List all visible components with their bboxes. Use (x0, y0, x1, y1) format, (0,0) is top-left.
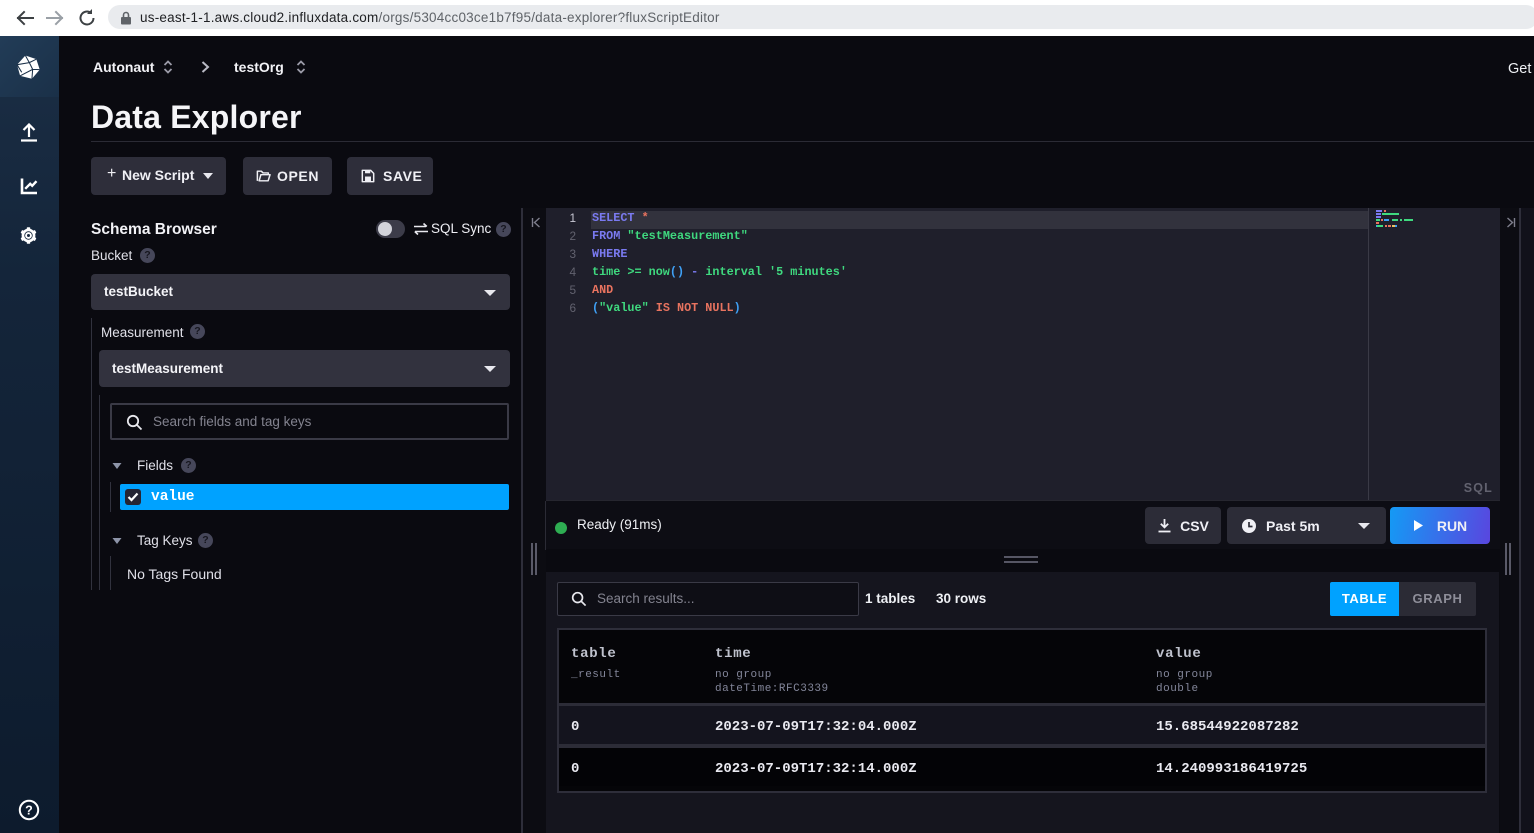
svg-text:?: ? (25, 803, 33, 817)
